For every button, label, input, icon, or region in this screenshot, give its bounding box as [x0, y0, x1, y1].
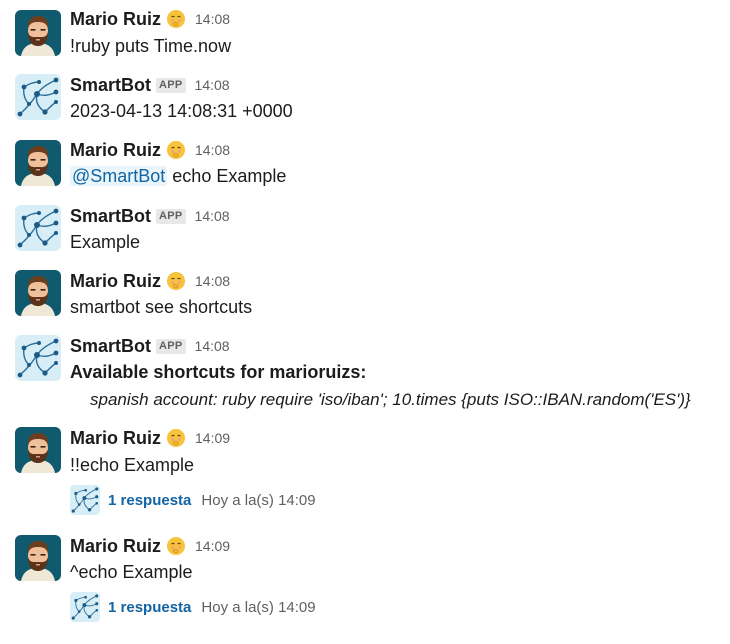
author-name[interactable]: Mario Ruiz — [70, 428, 161, 449]
face-with-hand-over-mouth-icon — [166, 271, 186, 291]
app-badge: APP — [156, 338, 186, 354]
message-text: smartbot see shortcuts — [70, 297, 253, 317]
smartbot-avatar — [70, 485, 100, 515]
author-name[interactable]: Mario Ruiz — [70, 536, 161, 557]
shortcuts-heading: Available shortcuts for marioruizs: — [70, 362, 367, 382]
smartbot-avatar[interactable] — [15, 205, 61, 251]
author-name[interactable]: Mario Ruiz — [70, 271, 161, 292]
author-name[interactable]: Mario Ruiz — [70, 9, 161, 30]
mario-avatar[interactable] — [15, 140, 61, 186]
face-with-hand-over-mouth-icon — [166, 428, 186, 448]
thread-replies-link[interactable]: 1 respuesta — [108, 492, 191, 509]
author-name[interactable]: SmartBot — [70, 336, 151, 357]
timestamp[interactable]: 14:08 — [195, 77, 230, 93]
thread-replies-link[interactable]: 1 respuesta — [108, 599, 191, 616]
mario-avatar[interactable] — [15, 270, 61, 316]
timestamp[interactable]: 14:08 — [195, 273, 230, 289]
message-text: !ruby puts Time.now — [70, 36, 232, 56]
timestamp[interactable]: 14:08 — [195, 11, 230, 27]
author-name[interactable]: Mario Ruiz — [70, 140, 161, 161]
timestamp[interactable]: 14:09 — [195, 430, 230, 446]
shortcut-item: spanish account: ruby require 'iso/iban'… — [90, 390, 691, 409]
face-with-hand-over-mouth-icon — [166, 9, 186, 29]
thread-summary[interactable]: 1 respuesta Hoy a la(s) 14:09 — [70, 592, 316, 622]
user-mention[interactable]: @SmartBot — [70, 166, 168, 186]
message-text: !!echo Example — [70, 455, 195, 475]
message-text: Example — [70, 232, 141, 252]
mario-avatar[interactable] — [15, 427, 61, 473]
timestamp[interactable]: 14:08 — [195, 142, 230, 158]
timestamp[interactable]: 14:09 — [195, 538, 230, 554]
timestamp[interactable]: 14:08 — [195, 338, 230, 354]
timestamp[interactable]: 14:08 — [195, 208, 230, 224]
smartbot-avatar — [70, 592, 100, 622]
message-text: @SmartBot echo Example — [70, 164, 286, 188]
thread-last-reply: Hoy a la(s) 14:09 — [201, 598, 316, 616]
message-text-rest: echo Example — [167, 166, 287, 186]
smartbot-avatar[interactable] — [15, 74, 61, 120]
author-name[interactable]: SmartBot — [70, 206, 151, 227]
app-badge: APP — [156, 77, 186, 93]
app-badge: APP — [156, 208, 186, 224]
face-with-hand-over-mouth-icon — [166, 536, 186, 556]
mario-avatar[interactable] — [15, 10, 61, 56]
mario-avatar[interactable] — [15, 535, 61, 581]
smartbot-avatar[interactable] — [15, 335, 61, 381]
face-with-hand-over-mouth-icon — [166, 140, 186, 160]
thread-summary[interactable]: 1 respuesta Hoy a la(s) 14:09 — [70, 485, 316, 515]
message-text: ^echo Example — [70, 562, 193, 582]
author-name[interactable]: SmartBot — [70, 75, 151, 96]
message-text: 2023-04-13 14:08:31 +0000 — [70, 101, 293, 121]
thread-last-reply: Hoy a la(s) 14:09 — [201, 491, 316, 509]
